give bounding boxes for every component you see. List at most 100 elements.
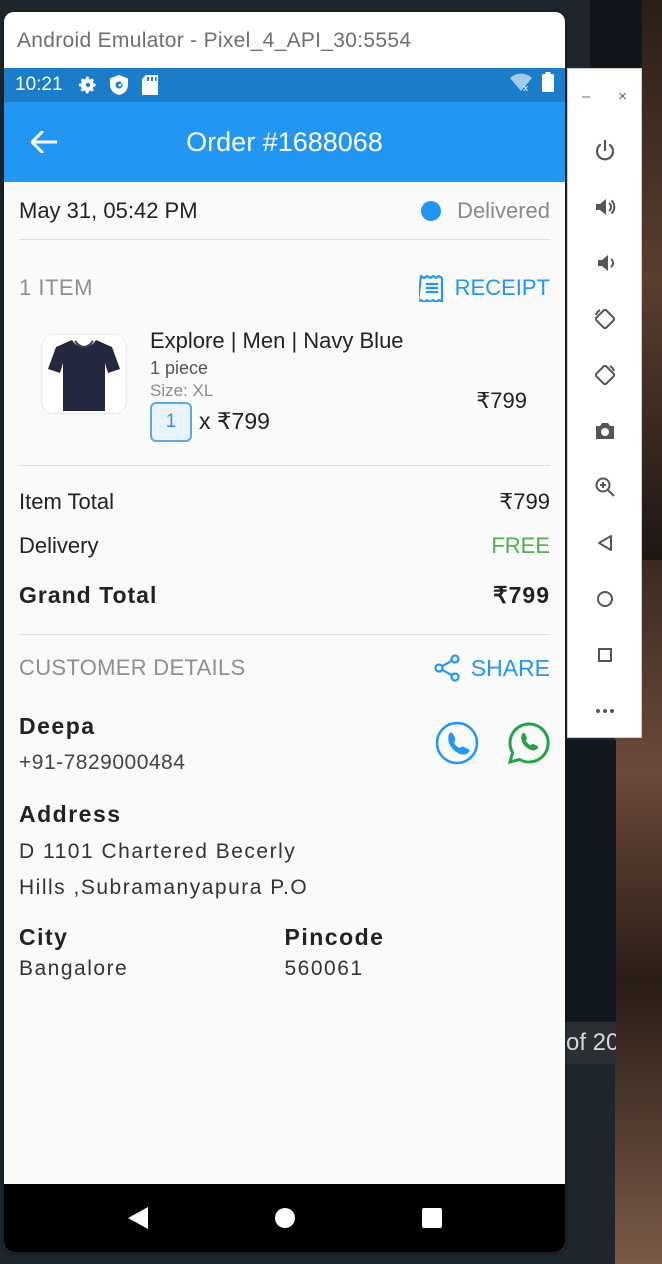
product-image[interactable] <box>41 334 127 414</box>
delivery-label: Delivery <box>19 533 99 558</box>
back-triangle-icon <box>597 535 612 551</box>
share-icon <box>434 654 460 682</box>
android-nav-bar <box>4 1184 565 1252</box>
desktop-editor-fragment <box>564 740 616 1040</box>
nav-back-button[interactable] <box>118 1198 158 1238</box>
overview-button-sidebar[interactable] <box>568 627 641 683</box>
city-label: City <box>19 924 69 950</box>
address-label: Address <box>19 801 122 827</box>
zoom-icon <box>595 477 615 497</box>
triangle-back-icon <box>127 1207 148 1229</box>
order-date-row: May 31, 05:42 PM Delivered <box>19 182 550 240</box>
page-title: Order #1688068 <box>186 126 383 157</box>
pincode-label: Pincode <box>284 924 385 950</box>
status-badge: Delivered <box>457 197 550 223</box>
product-quantity-text: 1 piece <box>150 358 209 378</box>
emulator-title-bar[interactable]: Android Emulator - Pixel_4_API_30:5554 <box>4 12 565 68</box>
rotate-right-button[interactable] <box>568 347 641 403</box>
home-circle-icon <box>596 591 613 607</box>
desktop-editor-fragment <box>590 0 642 68</box>
address-line-2: Hills ,Subramanyapura P.O <box>19 876 309 899</box>
overview-square-icon <box>597 648 612 662</box>
line-total: ₹799 <box>476 388 527 413</box>
phone-icon <box>435 721 479 765</box>
quantity-badge[interactable]: 1 <box>150 402 192 442</box>
product-name: Explore | Men | Navy Blue <box>150 328 404 353</box>
grand-total-row: Grand Total ₹799 <box>19 568 550 622</box>
minimize-button[interactable]: – <box>582 88 590 105</box>
wifi-icon: x <box>510 73 532 97</box>
pincode-value: 560061 <box>284 957 364 980</box>
desktop-text-fragment: of 20 <box>560 1022 616 1064</box>
volume-down-icon <box>597 255 614 271</box>
more-dots-icon <box>595 709 614 713</box>
close-button[interactable]: × <box>618 88 627 105</box>
order-status: Delivered <box>421 198 550 224</box>
rotate-left-button[interactable] <box>568 291 641 347</box>
volume-down-button[interactable] <box>568 235 641 291</box>
receipt-icon <box>418 274 443 302</box>
item-total-label: Item Total <box>19 489 114 514</box>
delivery-value: FREE <box>491 533 550 558</box>
items-count: 1 ITEM <box>19 275 93 300</box>
screenshot-button[interactable] <box>568 403 641 459</box>
city-pincode-row: City Bangalore Pincode 560061 <box>19 924 550 981</box>
status-dot-icon <box>421 200 442 221</box>
customer-name: Deepa <box>19 713 96 739</box>
settings-gear-icon <box>77 74 99 96</box>
tshirt-icon <box>48 340 120 411</box>
zoom-button[interactable] <box>568 459 641 515</box>
home-button-sidebar[interactable] <box>568 571 641 627</box>
address-section: Address D 1101 Chartered Becerly Hills ,… <box>19 801 550 906</box>
city-value: Bangalore <box>19 957 129 980</box>
whatsapp-button[interactable] <box>507 721 551 765</box>
back-button[interactable] <box>16 114 72 170</box>
share-button[interactable]: SHARE <box>433 654 550 682</box>
status-time: 10:21 <box>15 74 63 95</box>
share-label: SHARE <box>470 654 550 681</box>
customer-header: CUSTOMER DETAILS SHARE <box>19 637 550 699</box>
emulator-sidebar: – × <box>567 68 642 738</box>
camera-icon <box>595 423 614 439</box>
grand-total-label: Grand Total <box>19 581 158 608</box>
address-text: D 1101 Chartered Becerly Hills ,Subraman… <box>19 834 550 906</box>
city-field: City Bangalore <box>19 924 285 981</box>
customer-section-title: CUSTOMER DETAILS <box>19 655 246 680</box>
app-bar: Order #1688068 <box>4 102 565 182</box>
battery-icon <box>542 72 554 98</box>
order-item: Explore | Men | Navy Blue 1 piece Size: … <box>19 328 550 466</box>
back-button-sidebar[interactable] <box>568 515 641 571</box>
customer-contact: Deepa +91-7829000484 <box>19 699 550 791</box>
items-header: 1 ITEM RECEIPT <box>19 240 550 332</box>
nav-home-button[interactable] <box>265 1198 305 1238</box>
emulator-window: Android Emulator - Pixel_4_API_30:5554 1… <box>4 12 565 1252</box>
android-status-bar: 10:21 x <box>4 68 565 102</box>
square-recents-icon <box>421 1208 442 1228</box>
nav-recents-button[interactable] <box>412 1198 452 1238</box>
volume-up-button[interactable] <box>568 179 641 235</box>
unit-price: x ₹799 <box>199 408 270 434</box>
customer-phone: +91-7829000484 <box>19 751 186 774</box>
item-total-value: ₹799 <box>499 489 550 514</box>
svg-text:x: x <box>523 84 529 91</box>
receipt-button[interactable]: RECEIPT <box>418 274 550 302</box>
product-size: Size: XL <box>150 381 214 400</box>
volume-up-icon <box>595 199 615 215</box>
delivery-row: Delivery FREE <box>19 524 550 568</box>
order-date: May 31, 05:42 PM <box>19 197 198 223</box>
receipt-label: RECEIPT <box>454 275 550 300</box>
shield-icon <box>108 74 130 96</box>
arrow-left-icon <box>31 131 57 153</box>
whatsapp-icon <box>507 722 550 765</box>
power-button[interactable] <box>568 123 641 179</box>
order-detail-content: May 31, 05:42 PM Delivered 1 ITEM RECEIP… <box>4 182 565 981</box>
call-button[interactable] <box>435 721 479 765</box>
more-button[interactable] <box>568 683 641 739</box>
sd-card-icon <box>139 74 161 96</box>
phone-screen: 10:21 x Order #1688068 May 31, 05:42 PM … <box>4 68 565 1252</box>
power-icon <box>595 140 614 161</box>
grand-total-value: ₹799 <box>492 581 550 608</box>
rotate-right-icon <box>594 364 615 386</box>
sidebar-window-controls: – × <box>568 69 641 123</box>
rotate-left-icon <box>594 308 615 330</box>
